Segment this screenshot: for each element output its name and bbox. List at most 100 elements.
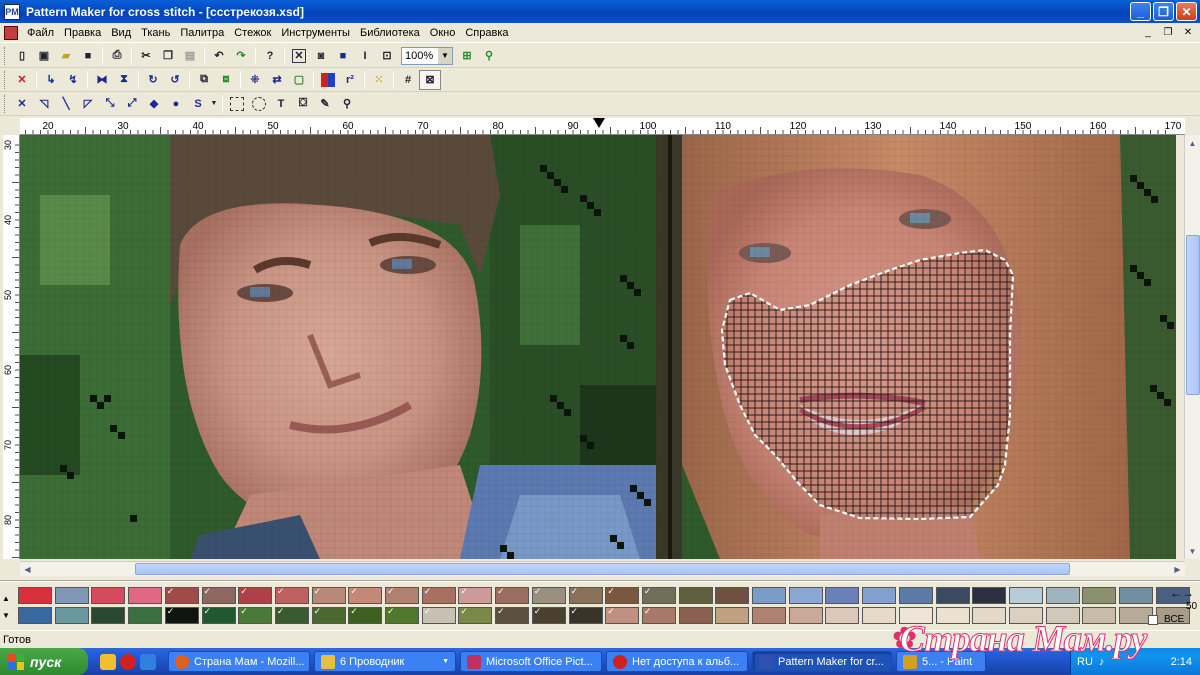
- palette-swatch[interactable]: [1008, 587, 1043, 604]
- menu-fabric[interactable]: Ткань: [136, 27, 175, 39]
- palette-swatch[interactable]: [935, 587, 970, 604]
- print-button[interactable]: ⎙: [106, 46, 128, 66]
- vertical-scrollbar[interactable]: ▲ ▼: [1184, 135, 1200, 559]
- select-color-button[interactable]: ⧉: [193, 70, 215, 90]
- pattern-image[interactable]: [20, 135, 1176, 559]
- palette-swatch[interactable]: ✓: [385, 586, 419, 604]
- document-icon[interactable]: [4, 25, 18, 40]
- palette-swatch[interactable]: ✓: [311, 606, 346, 624]
- mirror-button[interactable]: ⇄: [266, 70, 288, 90]
- menu-library[interactable]: Библиотека: [355, 27, 425, 39]
- undo-button[interactable]: ↶: [208, 46, 230, 66]
- s-stitch-dropdown[interactable]: ▼: [209, 94, 219, 114]
- line-button[interactable]: ╲: [55, 94, 77, 114]
- scroll-right-arrow-icon[interactable]: ▶: [1170, 562, 1185, 576]
- text-button[interactable]: T: [270, 94, 292, 114]
- zoom-fit-button[interactable]: ⊡: [376, 46, 398, 66]
- clock[interactable]: 2:14: [1171, 656, 1192, 668]
- palette-arrows-left[interactable]: ▲ ▼: [2, 590, 10, 624]
- palette-scroll-arrows-icon[interactable]: ←→: [1170, 586, 1194, 600]
- palette-swatch[interactable]: ✓: [164, 586, 199, 604]
- text-cursor-button[interactable]: I: [354, 46, 376, 66]
- palette-swatch[interactable]: ✓: [238, 586, 273, 604]
- ie-icon[interactable]: [140, 653, 156, 670]
- cut-button[interactable]: ✂: [135, 46, 157, 66]
- cross-button[interactable]: ✕: [11, 94, 33, 114]
- bead-button[interactable]: ◆: [143, 94, 165, 114]
- task-firefox[interactable]: Страна Мам - Mozill...: [168, 651, 310, 672]
- show-all-checkbox[interactable]: [1148, 615, 1158, 625]
- palette-swatch[interactable]: [825, 587, 860, 604]
- palette-swatch[interactable]: [898, 587, 933, 604]
- palette-swatch[interactable]: [715, 607, 750, 624]
- stitch-fill-button[interactable]: ■: [332, 46, 354, 66]
- palette-swatch[interactable]: ✓: [641, 586, 676, 604]
- frame-button[interactable]: ▢: [288, 70, 310, 90]
- menu-edit[interactable]: Правка: [59, 27, 106, 39]
- opera-icon[interactable]: [120, 653, 136, 670]
- crossed-button[interactable]: ⊠: [419, 69, 441, 90]
- scroll-down-arrow-icon[interactable]: ▼: [1185, 544, 1200, 558]
- toolbar-grip[interactable]: [4, 70, 7, 89]
- dotted-button[interactable]: ⁙: [368, 70, 390, 90]
- palette-swatch[interactable]: ✓: [605, 586, 640, 604]
- task-opera[interactable]: Нет доступа к альб...: [606, 651, 748, 672]
- palette-swatch[interactable]: ✓: [238, 606, 273, 624]
- grid-toggle-button[interactable]: ⁜: [244, 70, 266, 90]
- backstitch-button[interactable]: ◸: [77, 94, 99, 114]
- copy-button[interactable]: ❐: [157, 46, 179, 66]
- menu-tools[interactable]: Инструменты: [276, 27, 355, 39]
- quicklaunch-app-icon[interactable]: [100, 653, 116, 670]
- help-button[interactable]: ?: [259, 46, 281, 66]
- flip-h-button[interactable]: ⧓: [91, 70, 113, 90]
- s-stitch-button[interactable]: S: [187, 94, 209, 114]
- rotate-x-button[interactable]: ↯: [62, 70, 84, 90]
- palette-swatch[interactable]: [752, 607, 786, 624]
- palette-swatch[interactable]: ✓: [605, 606, 640, 624]
- grid-button[interactable]: #: [397, 70, 419, 90]
- menu-file[interactable]: Файл: [22, 27, 59, 39]
- scroll-left-arrow-icon[interactable]: ◀: [20, 562, 35, 576]
- palette-swatch[interactable]: [678, 607, 713, 624]
- toolbar-grip[interactable]: [4, 94, 7, 113]
- zoom-grid-button[interactable]: ⊞: [456, 46, 478, 66]
- palette-swatch[interactable]: [972, 587, 1007, 604]
- palette-swatch[interactable]: ✓: [348, 586, 383, 604]
- palette-swatch[interactable]: [862, 607, 897, 624]
- palette-swatch[interactable]: ✓: [531, 586, 566, 604]
- magnifier-button[interactable]: ⚲: [336, 94, 358, 114]
- palette-swatch[interactable]: [788, 587, 823, 604]
- pattern-canvas[interactable]: [20, 135, 1176, 559]
- palette-swatch[interactable]: [54, 607, 89, 624]
- palette-swatch[interactable]: ✓: [495, 606, 530, 624]
- palette-swatch[interactable]: ✓: [458, 606, 493, 624]
- rect-select-button[interactable]: [226, 94, 248, 114]
- palette-swatch[interactable]: ✓: [201, 586, 236, 604]
- menu-palette[interactable]: Палитра: [175, 27, 229, 39]
- palette-swatch[interactable]: [752, 587, 786, 604]
- toolbar-grip[interactable]: [4, 46, 7, 65]
- diagonal-button[interactable]: ⤡: [99, 94, 121, 114]
- paste-button[interactable]: ▤: [179, 46, 201, 66]
- palette-swatch[interactable]: [54, 587, 89, 604]
- shift-button[interactable]: ↳: [40, 70, 62, 90]
- palette-swatch[interactable]: [825, 607, 860, 624]
- scroll-up-arrow-icon[interactable]: ▲: [1185, 136, 1200, 150]
- horizontal-scroll-thumb[interactable]: [135, 563, 1070, 575]
- delete-button[interactable]: ✕: [11, 70, 33, 90]
- palette-swatch[interactable]: ✓: [201, 606, 236, 624]
- close-button[interactable]: ✕: [1176, 2, 1197, 21]
- save-button[interactable]: ■: [77, 46, 99, 66]
- menu-stitch[interactable]: Стежок: [229, 27, 276, 39]
- palette-swatch[interactable]: ✓: [274, 606, 309, 624]
- palette-swatch[interactable]: ✓: [531, 606, 566, 624]
- task-office-picture[interactable]: Microsoft Office Pict...: [460, 651, 602, 672]
- menu-window[interactable]: Окно: [425, 27, 461, 39]
- minimize-button[interactable]: _: [1130, 2, 1151, 21]
- mdi-close-button[interactable]: ✕: [1180, 25, 1196, 40]
- task-pattern-maker[interactable]: Pattern Maker for cr...: [752, 651, 892, 672]
- replace-color-button[interactable]: ⧈: [215, 70, 237, 90]
- vertical-scroll-thumb[interactable]: [1186, 235, 1200, 395]
- horizontal-scrollbar[interactable]: ◀ ▶: [20, 561, 1185, 576]
- menu-help[interactable]: Справка: [460, 27, 513, 39]
